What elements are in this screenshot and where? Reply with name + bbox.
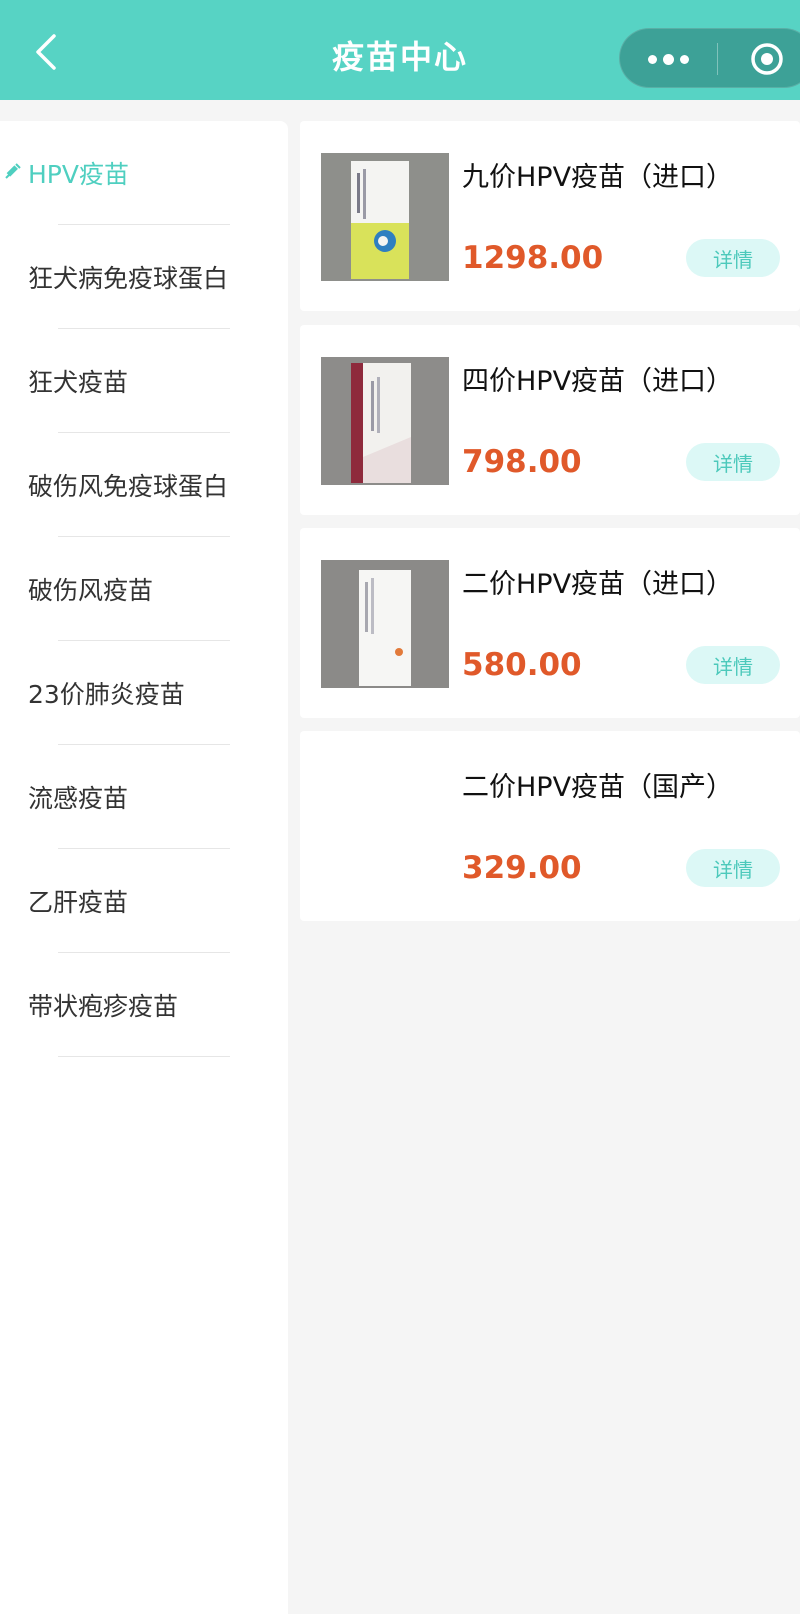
category-sidebar: HPV疫苗 狂犬病免疫球蛋白 狂犬疫苗 破伤风免疫球蛋白 破伤风疫苗 23价肺炎… bbox=[0, 121, 288, 1614]
sidebar-item-tetanus-immunoglobulin[interactable]: 破伤风免疫球蛋白 bbox=[0, 433, 288, 537]
more-dot-icon bbox=[648, 54, 657, 64]
product-image bbox=[321, 357, 449, 485]
product-image bbox=[321, 560, 449, 688]
detail-button[interactable]: 详情 bbox=[686, 646, 780, 684]
product-image bbox=[321, 153, 449, 281]
sidebar-item-label: 23价肺炎疫苗 bbox=[28, 680, 185, 709]
product-name: 四价HPV疫苗（进口） bbox=[462, 366, 734, 397]
navigation-bar: 疫苗中心 bbox=[0, 0, 800, 100]
sidebar-item-label: 流感疫苗 bbox=[28, 784, 129, 813]
syringe-icon bbox=[5, 163, 21, 179]
sidebar-item-label: 乙肝疫苗 bbox=[28, 888, 129, 917]
sidebar-item-hpv[interactable]: HPV疫苗 bbox=[0, 121, 288, 225]
product-price: 580.00 bbox=[462, 647, 582, 683]
product-name: 二价HPV疫苗（进口） bbox=[462, 569, 734, 600]
product-name: 九价HPV疫苗（进口） bbox=[462, 162, 734, 193]
more-dot-icon bbox=[663, 53, 674, 65]
sidebar-item-label: 破伤风免疫球蛋白 bbox=[28, 472, 229, 501]
vaccine-box-image bbox=[321, 357, 449, 485]
product-price: 329.00 bbox=[462, 850, 582, 886]
product-name: 二价HPV疫苗（国产） bbox=[462, 772, 734, 803]
sidebar-item-flu-vaccine[interactable]: 流感疫苗 bbox=[0, 745, 288, 849]
divider bbox=[58, 1056, 230, 1057]
product-price: 798.00 bbox=[462, 444, 582, 480]
sidebar-item-label: 带状疱疹疫苗 bbox=[28, 992, 179, 1021]
sidebar-item-shingles-vaccine[interactable]: 带状疱疹疫苗 bbox=[0, 953, 288, 1057]
mini-program-capsule bbox=[619, 28, 800, 88]
vaccine-box-image bbox=[321, 560, 449, 688]
sidebar-item-label: 狂犬病免疫球蛋白 bbox=[28, 264, 229, 293]
product-card[interactable]: 九价HPV疫苗（进口） 1298.00 详情 bbox=[300, 121, 800, 311]
target-circle-icon bbox=[750, 43, 783, 75]
sidebar-item-tetanus-vaccine[interactable]: 破伤风疫苗 bbox=[0, 537, 288, 641]
sidebar-item-hepatitis-b-vaccine[interactable]: 乙肝疫苗 bbox=[0, 849, 288, 953]
sidebar-item-pneumonia-vaccine[interactable]: 23价肺炎疫苗 bbox=[0, 641, 288, 745]
more-button[interactable] bbox=[620, 29, 717, 89]
product-price: 1298.00 bbox=[462, 240, 604, 276]
detail-button[interactable]: 详情 bbox=[686, 849, 780, 887]
sidebar-item-rabies-vaccine[interactable]: 狂犬疫苗 bbox=[0, 329, 288, 433]
sidebar-item-label: 破伤风疫苗 bbox=[28, 576, 154, 605]
sidebar-item-rabies-immunoglobulin[interactable]: 狂犬病免疫球蛋白 bbox=[0, 225, 288, 329]
product-card[interactable]: 四价HPV疫苗（进口） 798.00 详情 bbox=[300, 325, 800, 515]
close-mini-program-button[interactable] bbox=[718, 29, 800, 89]
sidebar-item-label: 狂犬疫苗 bbox=[28, 368, 129, 397]
detail-button[interactable]: 详情 bbox=[686, 443, 780, 481]
detail-button[interactable]: 详情 bbox=[686, 239, 780, 277]
product-card[interactable]: 二价HPV疫苗（国产） 329.00 详情 bbox=[300, 731, 800, 921]
vaccine-box-image bbox=[321, 153, 449, 281]
more-dot-icon bbox=[680, 54, 689, 64]
sidebar-item-label: HPV疫苗 bbox=[28, 160, 129, 189]
product-card[interactable]: 二价HPV疫苗（进口） 580.00 详情 bbox=[300, 528, 800, 718]
